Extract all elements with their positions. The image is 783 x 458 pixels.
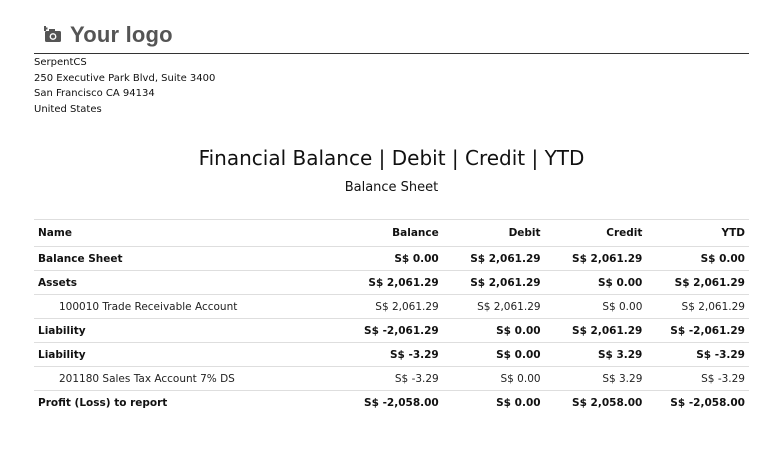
table-row: 201180 Sales Tax Account 7% DS S$ -3.29 … <box>34 366 749 391</box>
row-name: Liability <box>34 318 341 343</box>
row-credit: S$ 3.29 <box>544 366 647 391</box>
row-balance: S$ -2,058.00 <box>340 390 443 414</box>
row-ytd: S$ 2,061.29 <box>646 270 749 295</box>
camera-icon <box>42 26 62 44</box>
row-credit: S$ 3.29 <box>544 342 647 367</box>
column-header-balance: Balance <box>340 219 443 247</box>
row-debit: S$ 0.00 <box>442 342 545 367</box>
row-debit: S$ 2,061.29 <box>442 294 545 319</box>
row-balance: S$ -3.29 <box>340 342 443 367</box>
table-row: Profit (Loss) to report S$ -2,058.00 S$ … <box>34 390 749 414</box>
address-line-1: 250 Executive Park Blvd, Suite 3400 <box>34 72 216 84</box>
row-name: 201180 Sales Tax Account 7% DS <box>34 366 341 391</box>
row-debit: S$ 2,061.29 <box>442 270 545 295</box>
table-row: 100010 Trade Receivable Account S$ 2,061… <box>34 294 749 319</box>
row-balance: S$ -3.29 <box>340 366 443 391</box>
column-header-credit: Credit <box>544 219 647 247</box>
column-header-debit: Debit <box>442 219 545 247</box>
header-divider <box>34 53 749 54</box>
row-balance: S$ 0.00 <box>340 246 443 271</box>
table-row: Liability S$ -2,061.29 S$ 0.00 S$ 2,061.… <box>34 318 749 343</box>
row-credit: S$ 2,061.29 <box>544 318 647 343</box>
row-ytd: S$ -3.29 <box>646 366 749 391</box>
row-debit: S$ 0.00 <box>442 366 545 391</box>
address-country: United States <box>34 103 102 115</box>
balance-table: Name Balance Debit Credit YTD Balance Sh… <box>34 219 749 414</box>
company-logo: Your logo <box>42 20 173 50</box>
row-credit: S$ 0.00 <box>544 294 647 319</box>
row-balance: S$ 2,061.29 <box>340 294 443 319</box>
row-name: Profit (Loss) to report <box>34 390 341 414</box>
row-ytd: S$ 0.00 <box>646 246 749 271</box>
company-address: SerpentCS 250 Executive Park Blvd, Suite… <box>34 55 215 117</box>
report-subtitle: Balance Sheet <box>344 180 439 195</box>
row-ytd: S$ 2,061.29 <box>646 294 749 319</box>
report-title: Financial Balance | Debit | Credit | YTD <box>198 146 585 170</box>
table-row: Balance Sheet S$ 0.00 S$ 2,061.29 S$ 2,0… <box>34 246 749 271</box>
row-name: Assets <box>34 270 341 295</box>
table-row: Liability S$ -3.29 S$ 0.00 S$ 3.29 S$ -3… <box>34 342 749 367</box>
column-header-name: Name <box>34 219 341 247</box>
row-credit: S$ 2,061.29 <box>544 246 647 271</box>
table-row: Assets S$ 2,061.29 S$ 2,061.29 S$ 0.00 S… <box>34 270 749 295</box>
logo-text: Your logo <box>70 22 173 47</box>
row-balance: S$ -2,061.29 <box>340 318 443 343</box>
row-debit: S$ 0.00 <box>442 318 545 343</box>
company-name: SerpentCS <box>34 57 87 68</box>
row-credit: S$ 0.00 <box>544 270 647 295</box>
row-debit: S$ 2,061.29 <box>442 246 545 271</box>
table-header-row: Name Balance Debit Credit YTD <box>34 219 749 247</box>
row-debit: S$ 0.00 <box>442 390 545 414</box>
address-line-2: San Francisco CA 94134 <box>34 88 155 99</box>
row-ytd: S$ -3.29 <box>646 342 749 367</box>
row-ytd: S$ -2,061.29 <box>646 318 749 343</box>
row-name: Balance Sheet <box>34 246 341 271</box>
report-page: Your logo SerpentCS 250 Executive Park B… <box>0 0 783 458</box>
row-name: 100010 Trade Receivable Account <box>34 294 341 319</box>
row-name: Liability <box>34 342 341 367</box>
row-ytd: S$ -2,058.00 <box>646 390 749 414</box>
row-credit: S$ 2,058.00 <box>544 390 647 414</box>
column-header-ytd: YTD <box>646 219 749 247</box>
row-balance: S$ 2,061.29 <box>340 270 443 295</box>
